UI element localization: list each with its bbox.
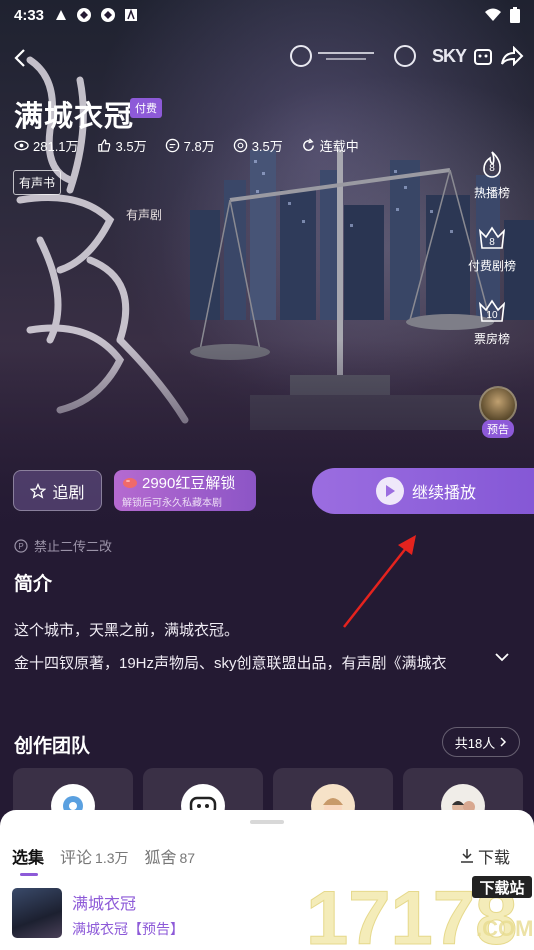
favorites-stat: 3.5万 <box>233 136 283 155</box>
crown-rank-icon: 10 <box>478 299 506 322</box>
team-heading: 创作团队 <box>14 736 91 757</box>
status-stat: 连载中 <box>301 136 359 155</box>
eye-icon <box>14 140 29 151</box>
thumbs-up-icon <box>97 139 110 152</box>
app-notification-icon <box>125 8 138 21</box>
team-count-button[interactable]: 共18人 <box>442 727 520 757</box>
status-bar: 4:33 <box>0 0 534 30</box>
sheet-drag-handle[interactable] <box>250 820 284 824</box>
audio-book-tag: 有声书 <box>13 170 62 195</box>
episode-title: 满城衣冠 <box>72 896 137 913</box>
flame-rank-icon: 8 <box>483 151 501 178</box>
app-notification-icon <box>56 10 67 20</box>
sheet-tabs: 选集 评论 1.3万 狐舍 87 <box>12 844 196 876</box>
cover-art <box>0 0 534 540</box>
tab-episodes[interactable]: 选集 <box>12 844 44 876</box>
audio-drama-tag: 有声剧 <box>126 208 163 222</box>
drama-title: 满城衣冠 <box>14 101 135 133</box>
paid-badge: 付费 <box>130 98 162 118</box>
crown-rank-icon: 8 <box>478 226 506 249</box>
preview-trailer[interactable]: 预告 <box>478 386 518 438</box>
download-icon <box>460 849 473 863</box>
sky-logo-text: SKY <box>432 45 467 66</box>
chevron-left-icon <box>14 49 25 67</box>
mascot-icon[interactable] <box>472 45 494 67</box>
copyright-icon: P <box>14 538 28 553</box>
share-icon[interactable] <box>500 46 524 66</box>
star-icon <box>30 482 47 499</box>
likes-stat: 3.5万 <box>97 136 147 155</box>
wifi-icon <box>485 8 501 21</box>
app-notification-icon <box>101 8 116 22</box>
ranking-boxoffice[interactable]: 10 票房榜 <box>474 296 510 347</box>
intro-line-1: 这个城市，天黑之前，满城衣冠。 <box>14 622 240 639</box>
svg-text:下载站: 下载站 <box>479 879 524 897</box>
intro-line-2: 金十四钗原著，19Hz声物局、sky创意联盟出品，有声剧《满城衣 <box>14 655 447 672</box>
play-icon <box>376 477 404 505</box>
battery-icon <box>510 7 520 23</box>
ranking-hot[interactable]: 8 热播榜 <box>474 150 510 201</box>
sky-logo-icon <box>394 45 416 67</box>
svg-text:.COM: .COM <box>476 916 533 941</box>
episode-item[interactable]: 满城衣冠 满城衣冠【预告】 <box>12 888 184 939</box>
status-time: 4:33 <box>14 6 45 24</box>
back-button[interactable] <box>8 42 32 74</box>
svg-text:8: 8 <box>489 237 495 248</box>
preview-label: 预告 <box>482 420 514 438</box>
ranking-paid[interactable]: 8 付费剧榜 <box>468 223 516 274</box>
episode-thumbnail <box>12 888 62 938</box>
studio-logo-text-icon <box>318 52 374 60</box>
intro-heading: 简介 <box>14 574 53 595</box>
unlock-button[interactable]: 2990红豆解锁 解锁后可永久私藏本剧 <box>114 470 256 511</box>
svg-text:P: P <box>18 542 23 551</box>
comments-stat: 7.8万 <box>165 136 215 155</box>
comment-icon <box>165 138 179 153</box>
app-notification-icon <box>77 8 92 22</box>
refresh-icon <box>302 138 314 151</box>
svg-text:10: 10 <box>486 310 498 321</box>
continue-play-button[interactable]: 继续播放 <box>312 468 534 514</box>
download-button[interactable]: 下载 <box>460 844 510 868</box>
partner-logos: SKY <box>290 42 526 70</box>
ranking-list: 8 热播榜 8 付费剧榜 10 票房榜 <box>462 150 522 347</box>
tab-fox-den[interactable]: 狐舍 87 <box>145 844 196 868</box>
no-repost-notice: P 禁止二传二改 <box>14 536 112 555</box>
plays-stat: 281.1万 <box>14 136 79 155</box>
tab-comments[interactable]: 评论 1.3万 <box>60 844 128 868</box>
svg-text:8: 8 <box>489 163 495 174</box>
episode-subtitle: 满城衣冠【预告】 <box>72 921 184 937</box>
studio-logo-icon <box>290 45 312 67</box>
site-watermark: 17178 下载站 .COM <box>306 876 533 950</box>
follow-button[interactable]: 追剧 <box>13 470 102 511</box>
expand-intro-button[interactable] <box>494 650 510 668</box>
gear-badge-icon <box>233 138 247 153</box>
red-bean-icon <box>123 477 137 488</box>
chevron-down-icon <box>495 653 509 662</box>
preview-avatar <box>479 386 517 424</box>
annotation-arrow <box>343 535 416 628</box>
chevron-right-icon <box>500 737 507 747</box>
drama-stats: 281.1万 3.5万 7.8万 3.5万 连载中 <box>14 136 359 155</box>
episode-sheet: 选集 评论 1.3万 狐舍 87 下载 满城衣冠 满城衣冠【预告】 17178 下载… <box>0 810 534 950</box>
